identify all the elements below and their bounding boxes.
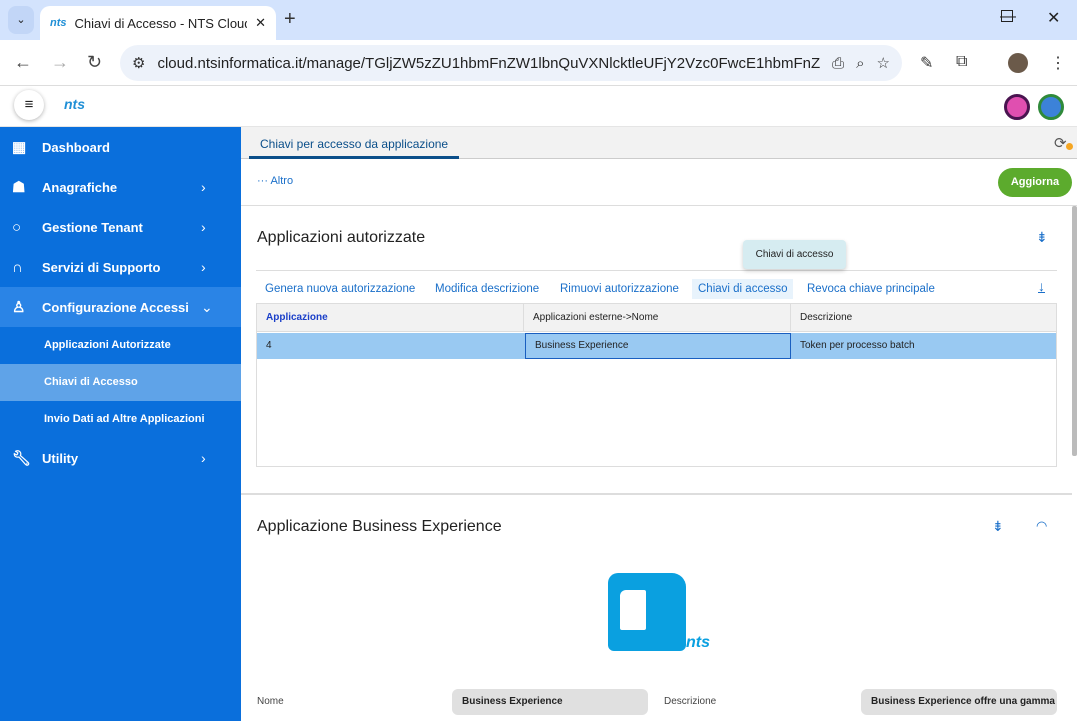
table-cell-selected[interactable]: Business Experience	[525, 333, 791, 359]
sync-status-dot	[1066, 143, 1073, 150]
close-tab-icon[interactable]: ✕	[255, 15, 266, 31]
headset-icon: ∩	[12, 258, 23, 276]
nts-logo: nts	[64, 96, 85, 112]
app-header	[0, 87, 1077, 127]
wrench-icon: 🔧︎	[12, 450, 32, 467]
section-divider	[241, 493, 1072, 495]
tooltip: Chiavi di accesso	[743, 240, 846, 269]
bookmark-star-icon[interactable]: ☆	[877, 54, 890, 72]
sidebar-item-utility[interactable]: 🔧︎ Utility ›	[0, 438, 241, 478]
sidebar-subitem-invio-dati[interactable]: Invio Dati ad Altre Applicazioni	[0, 401, 241, 438]
name-label: Nome	[257, 696, 284, 707]
sidebar-item-dashboard[interactable]: ▦ Dashboard	[0, 127, 241, 167]
name-field[interactable]: Business Experience	[452, 689, 648, 715]
sidebar-subitem-applicazioni-autorizzate[interactable]: Applicazioni Autorizzate	[0, 327, 241, 364]
sidebar: ▦ Dashboard ☗ Anagrafiche › ○ Gestione Tenan…	[0, 127, 241, 721]
download-icon[interactable]: ↓	[1038, 278, 1045, 294]
applications-grid: Applicazione Applicazioni esterne->Nome …	[256, 303, 1057, 467]
table-cell[interactable]: 4	[257, 333, 525, 359]
url-text[interactable]: cloud.ntsinformatica.it/manage/TGljZW5zZ…	[157, 55, 820, 72]
maximize-button[interactable]	[1001, 10, 1013, 22]
sidebar-item-servizi-supporto[interactable]: ∩ Servizi di Supporto ›	[0, 247, 241, 287]
column-header-descrizione[interactable]: Descrizione	[790, 304, 1056, 332]
application-logo	[608, 573, 686, 651]
sidebar-item-anagrafiche[interactable]: ☗ Anagrafiche ›	[0, 167, 241, 207]
divider	[256, 270, 1057, 271]
table-cell[interactable]: Token per processo batch	[791, 333, 1056, 359]
site-settings-icon[interactable]: ⚙	[132, 54, 145, 72]
action-rimuovi-autorizzazione[interactable]: Rimuovi autorizzazione	[554, 279, 685, 299]
user-avatar-2[interactable]	[1038, 94, 1064, 120]
favicon-icon: nts	[50, 17, 67, 29]
user-avatar-1[interactable]	[1004, 94, 1030, 120]
scrollbar[interactable]	[1072, 206, 1077, 456]
chevron-right-icon: ›	[201, 259, 206, 275]
close-window-button[interactable]: ✕	[1047, 8, 1060, 28]
sidebar-subitem-chiavi-accesso[interactable]: Chiavi di Accesso	[0, 364, 241, 401]
refresh-button[interactable]: Aggiorna	[998, 168, 1072, 197]
forward-icon[interactable]: →	[51, 52, 69, 73]
chevron-right-icon: ›	[201, 179, 206, 195]
action-genera-autorizzazione[interactable]: Genera nuova autorizzazione	[259, 279, 421, 299]
collapse-icon[interactable]: ⇟	[992, 518, 1004, 535]
pencil-icon[interactable]: ✎	[920, 53, 933, 73]
column-header-nome[interactable]: Applicazioni esterne->Nome	[523, 304, 790, 332]
extensions-icon[interactable]: ⧉	[956, 53, 967, 71]
sidebar-item-gestione-tenant[interactable]: ○ Gestione Tenant ›	[0, 207, 241, 247]
section-title-business-experience: Applicazione Business Experience	[257, 518, 502, 535]
collapse-icon[interactable]: ⇟	[1036, 229, 1048, 246]
back-icon[interactable]: ←	[14, 52, 32, 73]
grid-icon: ▦	[12, 139, 27, 156]
column-header-applicazione[interactable]: Applicazione	[257, 304, 523, 332]
zoom-icon[interactable]: ⌕	[856, 55, 864, 72]
chevron-right-icon: ›	[201, 450, 206, 466]
reload-icon[interactable]: ↻	[87, 52, 102, 73]
tab-search-button[interactable]: ⌄	[8, 6, 34, 34]
sync-icon[interactable]: ⟳	[1054, 134, 1067, 152]
description-field[interactable]: Business Experience offre una gamma	[861, 689, 1057, 715]
toolbar	[241, 159, 1077, 206]
menu-kebab-icon[interactable]: ⋮	[1050, 53, 1066, 73]
hamburger-menu-icon[interactable]: ≡	[14, 90, 44, 120]
visibility-icon[interactable]: ◠	[1036, 518, 1047, 534]
tab-title: Chiavi di Accesso - NTS Cloud T	[74, 15, 248, 31]
user-gear-icon: ♙	[12, 299, 26, 316]
more-actions-button[interactable]: ··· Altro	[257, 175, 293, 187]
action-modifica-descrizione[interactable]: Modifica descrizione	[429, 279, 545, 299]
chevron-down-icon: ⌄	[201, 298, 213, 315]
browser-tab[interactable]: nts Chiavi di Accesso - NTS Cloud T ✕	[40, 6, 276, 40]
application-logo-text: nts	[686, 634, 710, 651]
description-label: Descrizione	[664, 696, 717, 707]
action-chiavi-accesso[interactable]: Chiavi di accesso	[692, 279, 794, 299]
address-bar[interactable]: ⚙ cloud.ntsinformatica.it/manage/TGljZW5…	[120, 45, 902, 81]
people-icon: ☗	[12, 179, 26, 196]
sidebar-item-configurazione-accessi[interactable]: ♙ Configurazione Accessi ⌄	[0, 287, 241, 327]
tab-chiavi-accesso-applicazione[interactable]: Chiavi per accesso da applicazione	[249, 127, 460, 159]
new-tab-button[interactable]: +	[284, 8, 296, 31]
profile-avatar[interactable]	[1008, 53, 1028, 73]
install-app-icon[interactable]: ⎙	[832, 55, 844, 72]
chevron-right-icon: ›	[201, 219, 206, 235]
bulb-icon: ○	[12, 218, 22, 236]
action-revoca-chiave[interactable]: Revoca chiave principale	[801, 279, 941, 299]
section-title-applicazioni: Applicazioni autorizzate	[257, 229, 426, 246]
